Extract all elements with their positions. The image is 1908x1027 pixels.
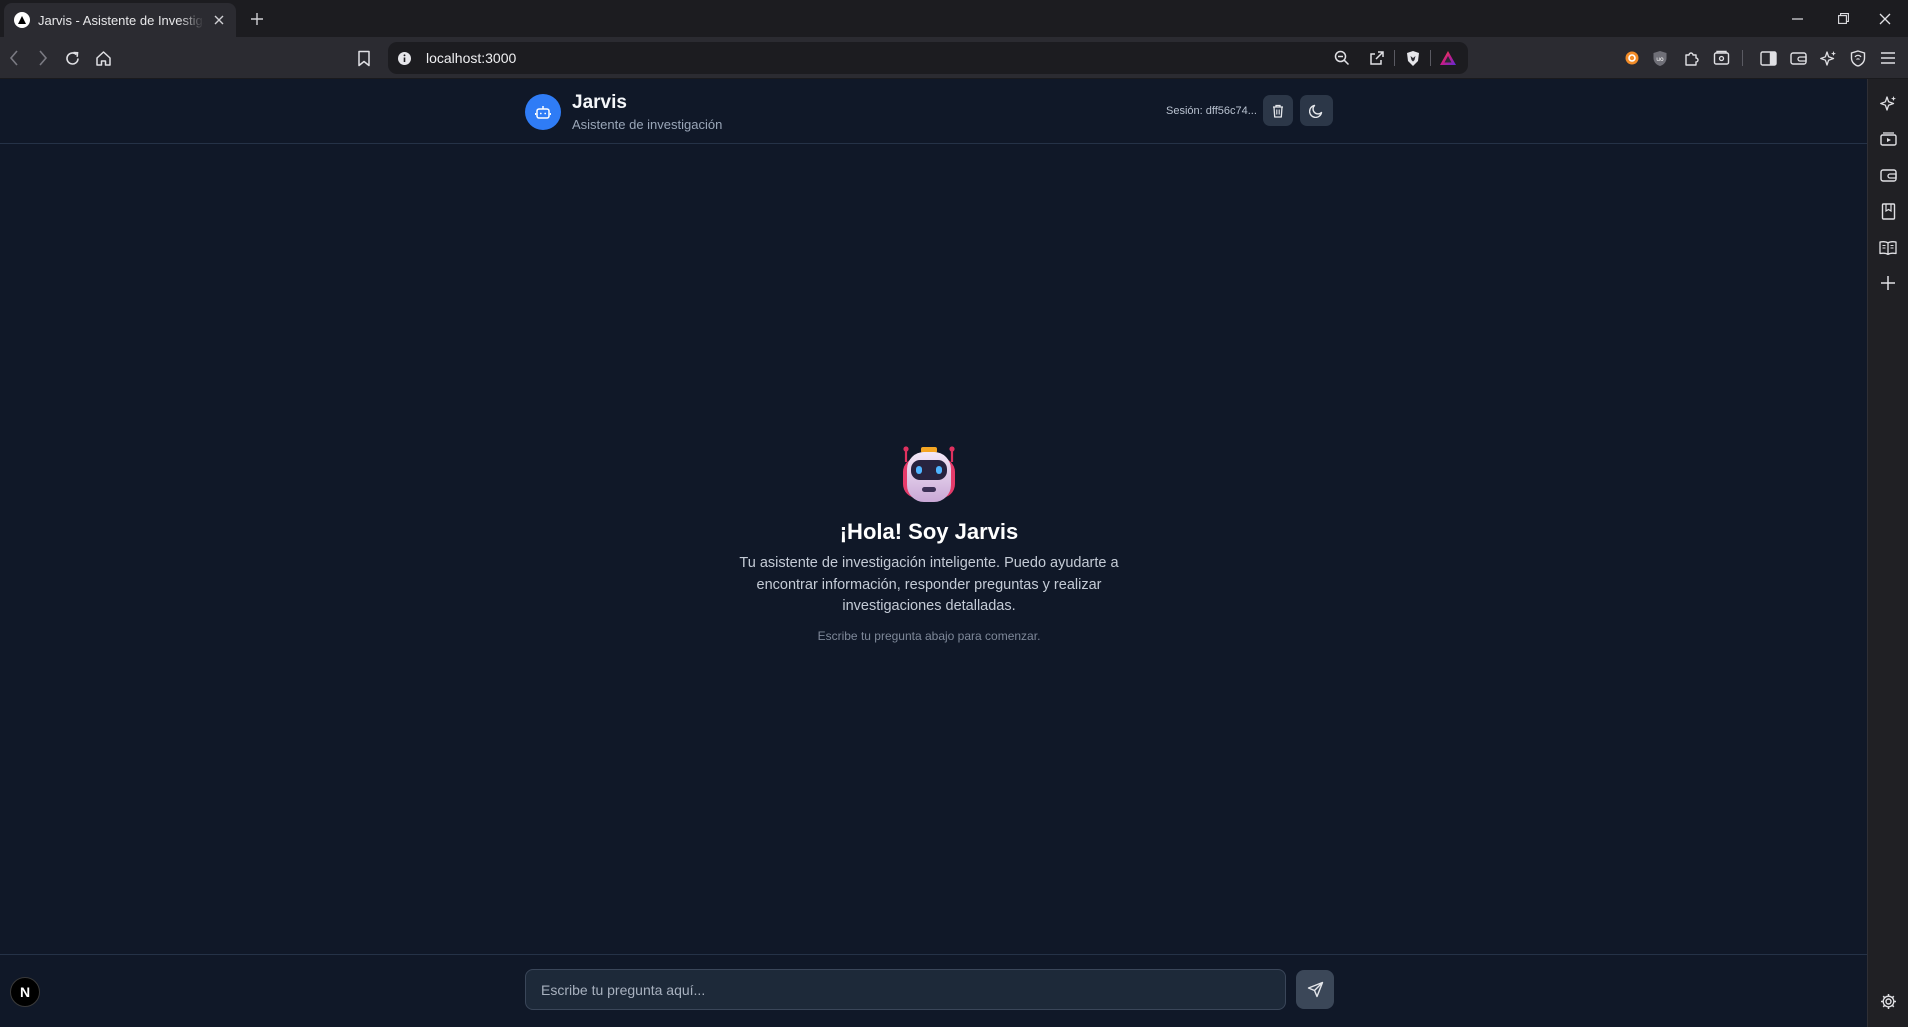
forward-icon[interactable] [31,46,55,70]
nextjs-dev-badge[interactable]: N [10,977,40,1007]
triangle-favicon-icon [14,12,30,28]
bookmarks-sidebar-icon[interactable] [1876,199,1900,223]
media-icon[interactable] [1709,46,1733,70]
add-sidebar-item-icon[interactable] [1876,271,1900,295]
svg-text:uo: uo [1656,56,1664,63]
vpn-shield-icon[interactable] [1846,46,1870,70]
chat-input[interactable] [525,969,1286,1010]
moon-icon [1309,103,1324,118]
new-tab-icon[interactable] [246,8,268,30]
theme-toggle-button[interactable] [1300,95,1333,126]
sidebar-settings-gear-icon[interactable] [1876,989,1900,1013]
reading-list-icon[interactable] [1876,235,1900,259]
app-title: Jarvis [572,92,627,113]
welcome-description: Tu asistente de investigación inteligent… [739,555,1119,614]
send-icon [1307,981,1324,998]
browser-toolbar: localhost:3000 uo [0,37,1908,79]
reload-icon[interactable] [60,46,84,70]
address-bar[interactable]: localhost:3000 [388,42,1468,74]
close-tab-icon[interactable] [210,11,228,29]
browser-tabstrip: Jarvis - Asistente de Investigación [0,0,1908,37]
leo-sidebar-icon[interactable] [1876,91,1900,115]
restore-window-icon[interactable] [1820,0,1866,37]
extension-ublock-icon[interactable]: uo [1648,46,1672,70]
app-root: Jarvis Asistente de investigación Sesión… [0,79,1867,1027]
wallet-icon[interactable] [1786,46,1810,70]
session-id: Sesión: dff56c74... [1166,105,1257,117]
menu-hamburger-icon[interactable] [1876,46,1900,70]
extensions-puzzle-icon[interactable] [1679,46,1703,70]
url-text: localhost:3000 [426,50,517,66]
app-subtitle: Asistente de investigación [572,117,723,132]
close-window-icon[interactable] [1862,0,1908,37]
browser-sidebar [1867,79,1908,1027]
tab-title: Jarvis - Asistente de Investigación [38,12,204,28]
home-icon[interactable] [91,46,115,70]
share-icon[interactable] [1367,48,1387,68]
robot-emoji-icon [898,444,960,506]
chat-footer: N [0,954,1867,1027]
brave-rewards-icon[interactable] [1438,48,1458,68]
address-bar-separator [1394,50,1395,66]
bookmark-icon[interactable] [352,46,376,70]
site-info-icon[interactable] [394,48,414,68]
minimize-window-icon[interactable] [1774,0,1820,37]
zoom-icon[interactable] [1332,48,1352,68]
address-bar-separator-2 [1430,50,1431,66]
leo-ai-icon[interactable] [1816,46,1840,70]
toolbar-separator [1742,50,1743,66]
sidebar-toggle-icon[interactable] [1756,46,1780,70]
playlist-icon[interactable] [1876,127,1900,151]
brave-shields-icon[interactable] [1403,48,1423,68]
bot-logo-icon [525,94,561,130]
wallet-sidebar-icon[interactable] [1876,163,1900,187]
extension-orange-icon[interactable] [1620,46,1644,70]
welcome-hint: Escribe tu pregunta abajo para comenzar. [817,628,1041,643]
welcome-title: ¡Hola! Soy Jarvis [839,519,1019,544]
browser-tab[interactable]: Jarvis - Asistente de Investigación [4,3,236,37]
clear-chat-button[interactable] [1263,95,1293,126]
back-icon[interactable] [2,46,26,70]
app-header: Jarvis Asistente de investigación Sesión… [0,79,1867,144]
send-button[interactable] [1296,970,1334,1009]
welcome-panel: ¡Hola! Soy Jarvis Tu asistente de invest… [734,444,1124,643]
trash-icon [1272,104,1284,118]
